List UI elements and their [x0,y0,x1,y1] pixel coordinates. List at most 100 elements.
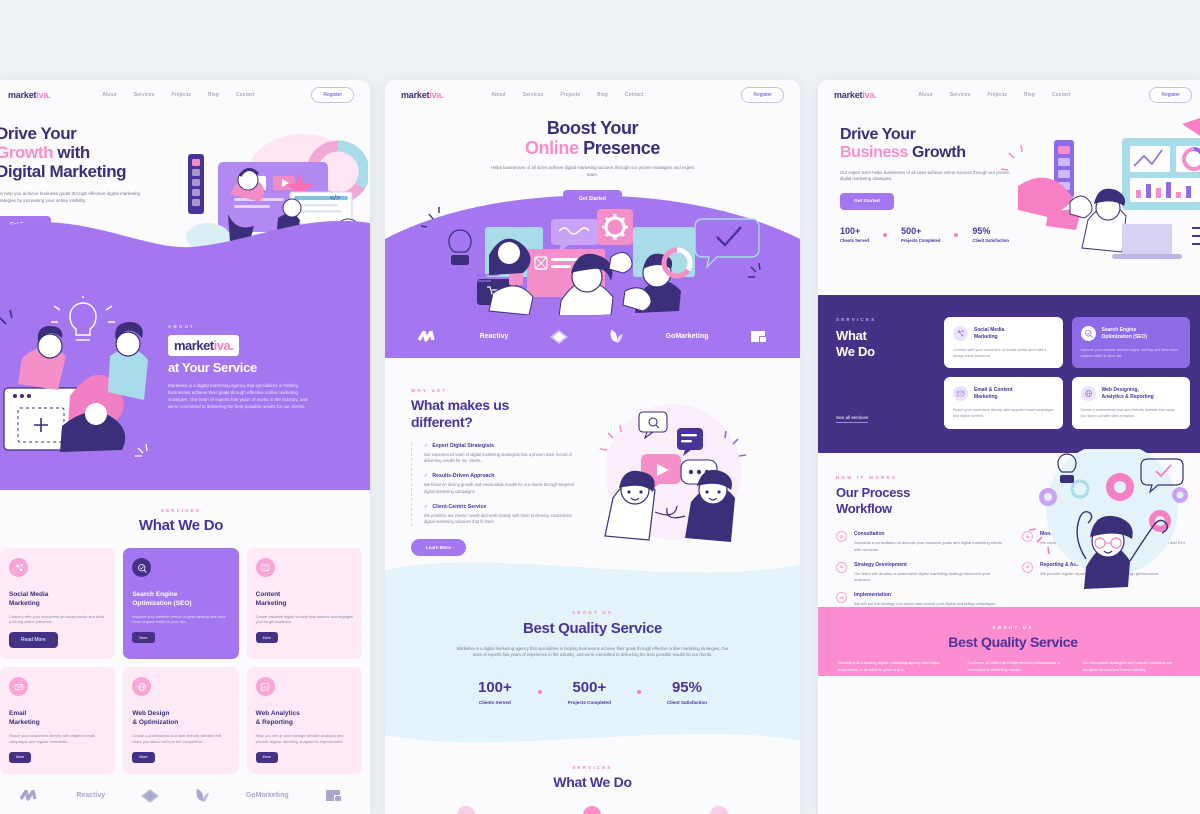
about-us-section: ABOUT US Best Quality Service Marketiva … [385,585,800,727]
process-step-number: 03 [836,592,847,604]
nav-link-contact[interactable]: Contact [625,92,644,98]
hero-body: We help you achieve business goals throu… [0,191,141,204]
stat-projects: 500+ Projects Completed [567,678,611,705]
partner-stack-logo [141,788,160,803]
service-card[interactable]: Web Designing, Analytics & Reporting Creat… [1071,377,1190,429]
stat-clients: 100+ Clients Served [477,678,512,705]
feature-title: ✓ Expert Digital Strategists [424,442,495,449]
nav-link-about[interactable]: About [103,92,117,98]
why-us-text: WHY US? What makes us different? ✓ Expert… [385,388,581,556]
partner-gomarketing-logo: GoMarketing [665,333,709,340]
nav-link-about[interactable]: About [492,92,506,98]
service-card[interactable]: Email & Content Marketing Reach your custo… [944,377,1063,429]
why-us-heading: What makes us different? [411,397,510,430]
service-card[interactable]: Email Marketing Reach your customers direc… [0,667,116,774]
service-card-button[interactable]: More [9,751,32,763]
nav-links: About Services Projects Blog Contact [919,92,1071,98]
service-card-button[interactable]: More [255,751,278,763]
process-section: HOW IT WORKS Our Process Workflow 01 Cons… [818,448,1200,607]
hero-illustration [420,207,761,315]
check-icon: ✓ [424,473,429,480]
nav-link-services[interactable]: Services [950,92,971,98]
service-card[interactable]: Search Engine Optimization (SEO) Improve y… [123,548,239,660]
feature-title: ✓ Results-Driven Approach [424,473,495,480]
nav-link-contact[interactable]: Contact [1052,92,1071,98]
service-card[interactable]: Web Design & Optimization Create a profess… [123,667,239,774]
nav-link-about[interactable]: About [919,92,933,98]
brand-logo[interactable]: marketiva. [401,90,444,100]
social-media-icon [457,805,476,814]
service-card-title: Web Designing, Analytics & Reporting [1101,386,1154,400]
partner-logos: Reactivy GoMarketing [0,774,370,803]
service-card-title: Web Design & Optimization [132,710,179,727]
process-illustration [1028,448,1188,589]
nav-link-projects[interactable]: Projects [171,92,191,98]
register-button[interactable]: Register [1149,87,1192,103]
stat-satisfaction: 95% Client Satisfaction [666,678,707,705]
process-step: 03 Implementation We will put the strategy… [836,592,1004,607]
service-card-title: Content Marketing [255,591,287,607]
service-card-button[interactable]: Read More [9,632,58,649]
register-button[interactable]: Register [741,87,784,103]
get-started-button[interactable]: Get Started [563,189,622,208]
service-card-button[interactable]: More [255,632,278,644]
about-us-pink-section: ABOUT US Best Quality Service Marketiva … [818,607,1200,677]
services-text: SERVICES What We Do See all services [836,317,928,429]
nav-link-services[interactable]: Services [523,92,544,98]
about-body: Marketiva is a digital marketing agency … [456,645,729,658]
pink-heading: Best Quality Service [948,634,1078,651]
hero-title: Boost Your Online Presence [524,118,661,159]
why-us-section: WHY US? What makes us different? ✓ Expert… [385,358,800,556]
wave-divider [0,220,370,297]
process-step-number: 02 [836,561,847,573]
nav-link-projects[interactable]: Projects [560,92,580,98]
service-card[interactable]: Social Media Marketing Connect with your c… [0,548,116,660]
service-card-body: Improve your website search engine ranki… [1080,348,1179,358]
nav-link-blog[interactable]: Blog [1024,92,1035,98]
service-card[interactable]: Social Media Marketing Connect with your c… [944,317,1063,369]
service-card[interactable]: Search Engine Optimization (SEO) Improve y… [1071,317,1190,369]
stats-row: 100+ Clients Served 500+ Projects Complete… [385,679,800,705]
about-heading: at Your Service [168,360,257,375]
service-card-body: Create valuable digital content that att… [255,613,353,625]
navbar: marketiva. About Services Projects Blog … [818,80,1200,110]
services-card-grid: Social Media Marketing Connect with your c… [0,534,370,774]
service-card-title: Search Engine Optimization (SEO) [132,591,192,607]
service-card-title: Email Marketing [9,710,40,727]
pink-eyebrow: ABOUT US [992,625,1034,631]
see-all-services-link[interactable]: See all services [836,415,869,423]
service-card[interactable]: Content Marketing Create valuable digital … [246,548,362,660]
screenshot-stage: marketiva. About Services Projects Blog … [0,0,1200,814]
partner-mark-logo [417,331,438,342]
nav-link-blog[interactable]: Blog [208,92,219,98]
brand-logo[interactable]: marketiva. [8,90,51,100]
hero-section: Drive Your Growth with Digital Marketing… [0,110,370,297]
stat-clients: 100+ Clients Served [840,226,870,244]
stat-projects: 500+ Projects Completed [901,226,941,244]
nav-link-contact[interactable]: Contact [236,92,255,98]
partner-flag-logo [750,330,767,343]
process-step: 01 Consultation Schedule a consultation to… [836,531,1004,552]
get-started-button[interactable]: Get Started [840,193,894,211]
brand-logo[interactable]: marketiva. [834,90,877,100]
service-card-body: Help you set up and manage website analy… [255,732,344,744]
bottom-services-heading: What We Do [553,773,632,790]
service-card[interactable]: Web Analytics & Reporting Help you set up … [246,667,362,774]
service-card-title: Web Analytics & Reporting [255,710,300,727]
nav-link-projects[interactable]: Projects [987,92,1007,98]
register-button[interactable]: Register [311,87,354,103]
service-card-body: Connect with your customers on social me… [953,348,1047,358]
svg-text:</>: </> [330,195,340,202]
service-card-button[interactable]: More [132,632,155,644]
hero-body: Helps businesses of all sizes achieve di… [490,165,695,178]
process-step: 02 Strategy Development Our team will deve… [836,561,1004,583]
navbar: marketiva. About Services Projects Blog … [385,80,800,110]
service-card-button[interactable]: More [132,751,155,763]
nav-links: About Services Projects Blog Contact [492,92,644,98]
nav-link-blog[interactable]: Blog [597,92,608,98]
services-heading: What We Do [836,328,875,360]
nav-link-services[interactable]: Services [134,92,155,98]
learn-more-button[interactable]: Learn More [411,538,466,556]
feature-title: ✓ Client-Centric Service [424,503,487,510]
process-step-title: Consultation [854,531,885,538]
